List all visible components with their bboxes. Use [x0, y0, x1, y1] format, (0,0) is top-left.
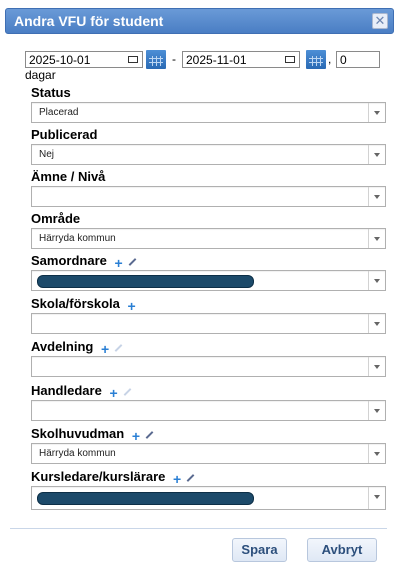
amne-label: Ämne / Nivå	[31, 169, 106, 184]
kursledare-select[interactable]	[31, 486, 386, 510]
chevron-down-icon[interactable]	[368, 401, 385, 420]
close-icon[interactable]: ✕	[372, 13, 388, 29]
handledare-tools: +	[109, 384, 132, 400]
add-icon[interactable]: +	[173, 472, 181, 486]
skola-tools: +	[128, 297, 141, 313]
publicerad-value: Nej	[39, 149, 55, 160]
kursledare-label-group: Kursledare/kurslärare +	[31, 469, 195, 486]
calendar-icon[interactable]	[146, 50, 166, 69]
skola-label-group: Skola/förskola +	[31, 296, 141, 313]
samordnare-select[interactable]	[31, 270, 386, 291]
add-icon[interactable]: +	[128, 299, 136, 313]
edit-icon	[114, 343, 123, 352]
samordnare-label: Samordnare	[31, 253, 107, 268]
end-date-input[interactable]: 2025-11-01	[182, 51, 300, 68]
skolhuvudman-label: Skolhuvudman	[31, 426, 125, 441]
dialog-titlebar[interactable]: Andra VFU för student ✕	[5, 8, 394, 34]
handledare-label-group: Handledare +	[31, 383, 132, 400]
date-picker-toggle-icon[interactable]	[128, 56, 138, 63]
skola-label: Skola/förskola	[31, 296, 120, 311]
edit-icon	[123, 387, 132, 396]
chevron-down-icon[interactable]	[368, 314, 385, 333]
publicerad-select[interactable]: Nej	[31, 144, 386, 165]
skolhuvudman-tools: +	[132, 427, 154, 443]
edit-vfu-dialog: Andra VFU för student ✕ 2025-10-01 - 202…	[0, 0, 397, 562]
status-label: Status	[31, 85, 71, 100]
edit-icon[interactable]	[186, 473, 195, 482]
omrade-select[interactable]: Härryda kommun	[31, 228, 386, 249]
status-value: Placerad	[39, 107, 79, 118]
date-separator: -	[172, 52, 176, 66]
status-select[interactable]: Placerad	[31, 102, 386, 123]
publicerad-label: Publicerad	[31, 127, 98, 142]
chevron-down-icon[interactable]	[368, 229, 385, 248]
start-date-value: 2025-10-01	[29, 53, 91, 67]
chevron-down-icon[interactable]	[368, 487, 385, 509]
skolhuvudman-value: Härryda kommun	[39, 448, 116, 459]
omrade-value: Härryda kommun	[39, 233, 116, 244]
end-date-value: 2025-11-01	[186, 53, 247, 67]
avdelning-label-group: Avdelning +	[31, 339, 123, 356]
handledare-label: Handledare	[31, 383, 102, 398]
dialog-title: Andra VFU för student	[14, 13, 164, 29]
days-separator: ,	[328, 52, 332, 66]
chevron-down-icon[interactable]	[368, 103, 385, 122]
save-button[interactable]: Spara	[232, 538, 287, 562]
chevron-down-icon[interactable]	[368, 271, 385, 290]
samordnare-label-group: Samordnare +	[31, 253, 137, 270]
edit-icon[interactable]	[145, 430, 154, 439]
amne-select[interactable]	[31, 186, 386, 207]
chevron-down-icon[interactable]	[368, 357, 385, 376]
days-value: 0	[340, 53, 347, 67]
add-icon[interactable]: +	[101, 342, 109, 356]
redacted-value	[37, 492, 254, 505]
add-icon[interactable]: +	[115, 256, 123, 270]
skolhuvudman-label-group: Skolhuvudman +	[31, 426, 154, 443]
chevron-down-icon[interactable]	[368, 444, 385, 463]
handledare-select[interactable]	[31, 400, 386, 421]
skola-select[interactable]	[31, 313, 386, 334]
date-picker-toggle-icon[interactable]	[285, 56, 295, 63]
calendar-icon[interactable]	[306, 50, 326, 69]
add-icon[interactable]: +	[109, 386, 117, 400]
samordnare-tools: +	[115, 254, 137, 270]
omrade-label: Område	[31, 211, 81, 226]
cancel-button[interactable]: Avbryt	[307, 538, 377, 562]
period-row: 2025-10-01 - 2025-11-01 , 0 dagar	[25, 47, 385, 82]
avdelning-label: Avdelning	[31, 339, 94, 354]
days-input[interactable]: 0	[336, 51, 380, 68]
kursledare-tools: +	[173, 470, 195, 486]
redacted-value	[37, 275, 254, 288]
edit-icon[interactable]	[128, 257, 137, 266]
start-date-input[interactable]: 2025-10-01	[25, 51, 143, 68]
chevron-down-icon[interactable]	[368, 187, 385, 206]
chevron-down-icon[interactable]	[368, 145, 385, 164]
footer-divider	[10, 528, 387, 529]
add-icon[interactable]: +	[132, 429, 140, 443]
avdelning-tools: +	[101, 340, 123, 356]
kursledare-label: Kursledare/kurslärare	[31, 469, 166, 484]
days-label: dagar	[25, 68, 56, 82]
avdelning-select[interactable]	[31, 356, 386, 377]
skolhuvudman-select[interactable]: Härryda kommun	[31, 443, 386, 464]
